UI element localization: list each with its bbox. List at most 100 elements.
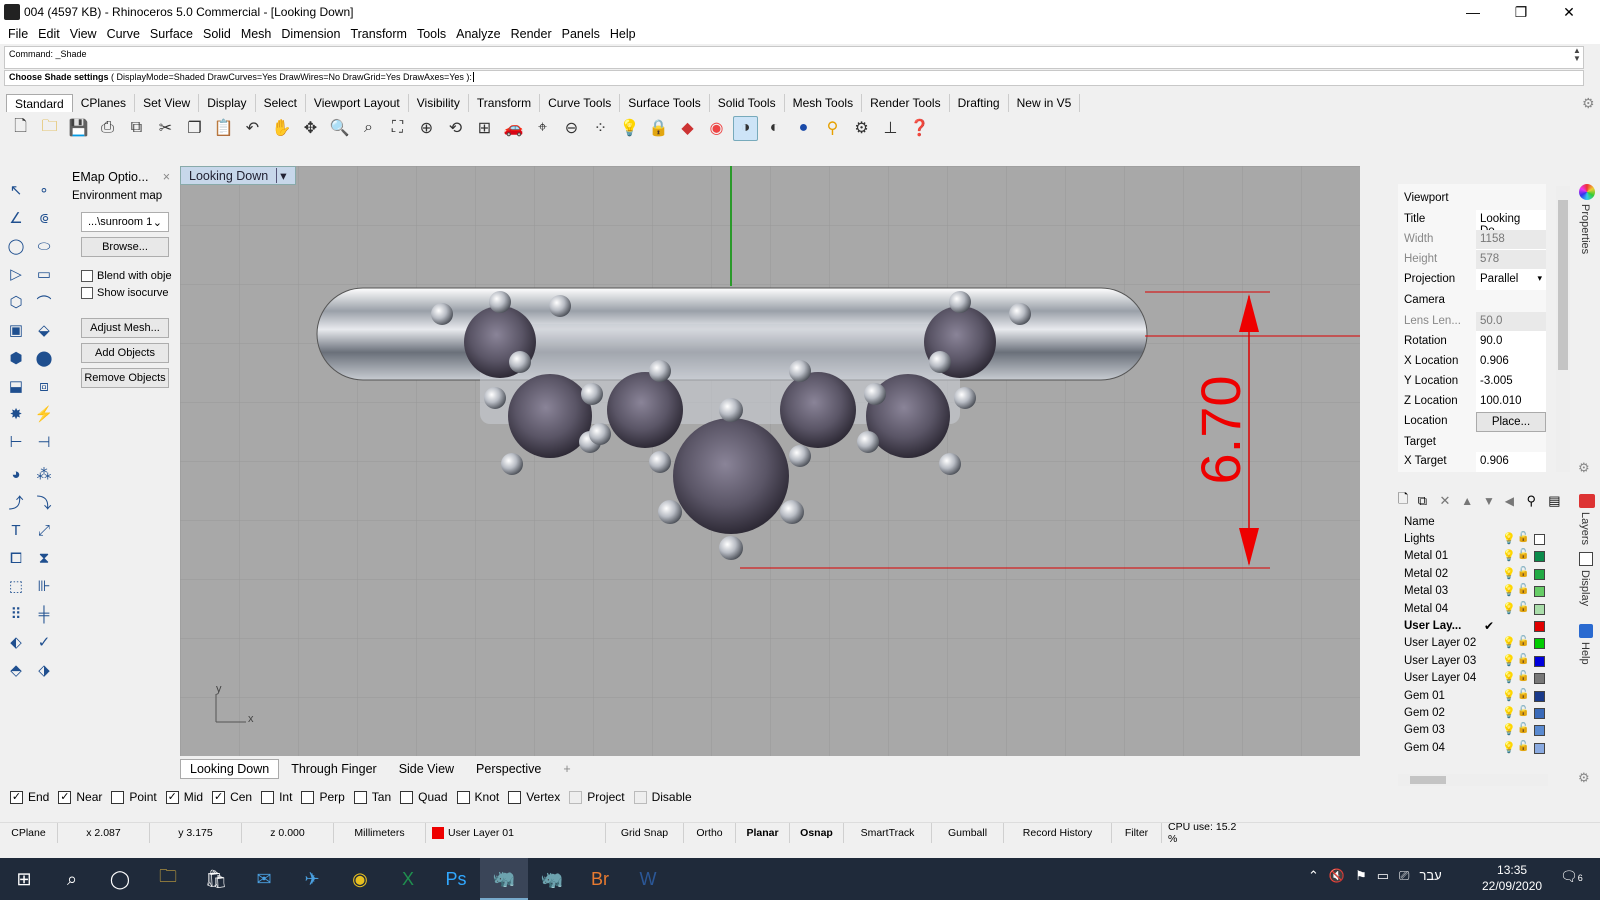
analyze-icon[interactable]: ⧗ (32, 546, 56, 570)
dimension-icon[interactable]: ⊥ (878, 116, 903, 141)
ortho-toggle[interactable]: Ortho (684, 822, 736, 843)
layer-row[interactable]: Metal 01 💡 🔓 (1398, 548, 1546, 565)
tab-cplanes[interactable]: CPlanes (73, 94, 136, 112)
layer-color-swatch[interactable] (1534, 534, 1545, 545)
rectangle-icon[interactable]: ▭ (32, 262, 56, 286)
rhino-secondary-icon[interactable]: 🦏 (528, 858, 576, 900)
layer-row[interactable]: Metal 04 💡 🔓 (1398, 601, 1546, 618)
light-tool-icon[interactable]: ⚡ (32, 402, 56, 426)
layer-row[interactable]: User Layer 03 💡 🔓 (1398, 653, 1546, 670)
light-bulb-icon[interactable]: 💡 (1502, 723, 1516, 736)
layers-tab[interactable]: Layers (1579, 512, 1591, 545)
menu-solid[interactable]: Solid (201, 27, 239, 41)
unlock-icon[interactable]: 🔓 (1517, 706, 1529, 717)
array-icon[interactable]: ⁂ (32, 462, 56, 486)
light-bulb-icon[interactable]: 💡 (1502, 689, 1516, 702)
layers-settings-icon[interactable]: ⚙ (1578, 770, 1590, 786)
battery-icon[interactable]: ▭ (1377, 868, 1389, 884)
osnap-toggle[interactable]: Osnap (790, 822, 844, 843)
layer-row[interactable]: Metal 03 💡 🔓 (1398, 583, 1546, 600)
unlock-icon[interactable]: 🔓 (1517, 549, 1529, 560)
osnap-project[interactable]: Project (569, 790, 625, 804)
planar-toggle[interactable]: Planar (736, 822, 790, 843)
adjust-mesh-button[interactable]: Adjust Mesh... (81, 318, 169, 338)
history-scroll[interactable]: ▲ ▼ (1571, 47, 1583, 63)
zoom-icon[interactable]: 🔍 (327, 116, 352, 141)
paste-icon[interactable]: 📋 (211, 116, 236, 141)
copy-icon[interactable]: ❐ (182, 116, 207, 141)
tab-surface-tools[interactable]: Surface Tools (620, 94, 710, 112)
properties-tab[interactable]: Properties (1579, 204, 1591, 254)
display-tab-icon[interactable] (1579, 552, 1593, 566)
layer-row[interactable]: Metal 02 💡 🔓 (1398, 566, 1546, 583)
options-gear-icon[interactable]: ⚙ (849, 116, 874, 141)
menu-surface[interactable]: Surface (148, 27, 201, 41)
projection-select[interactable]: Parallel (1476, 270, 1546, 290)
tab-set-view[interactable]: Set View (135, 94, 200, 112)
osnap-disable[interactable]: Disable (633, 790, 692, 804)
search-icon[interactable]: ⌕ (48, 858, 96, 900)
viewport-title-tab[interactable]: Looking Down ▾ (180, 166, 296, 185)
menu-render[interactable]: Render (509, 27, 560, 41)
extrude-icon[interactable]: ⬓ (4, 374, 28, 398)
ellipse-icon[interactable]: ⬭ (32, 234, 56, 258)
lock-icon[interactable]: 🔒 (646, 116, 671, 141)
notifications-icon[interactable]: 🗨6 (1560, 868, 1583, 885)
tab-mesh-tools[interactable]: Mesh Tools (785, 94, 863, 112)
copy-clipboard-icon[interactable]: ⧉ (124, 116, 149, 141)
car-icon[interactable]: 🚗 (501, 116, 526, 141)
zoom-extents-icon[interactable]: ⛶ (385, 116, 410, 141)
clock[interactable]: 13:35 22/09/2020 (1482, 862, 1542, 894)
points-icon[interactable]: ⁘ (588, 116, 613, 141)
dimension-tool-icon[interactable]: ⊢ (4, 430, 28, 454)
open-folder-icon[interactable]: 🗀 (37, 116, 62, 141)
shaded-icon[interactable]: ◑ (733, 115, 758, 141)
unlock-icon[interactable]: 🔓 (1517, 723, 1529, 734)
unlock-icon[interactable]: 🔓 (1517, 689, 1529, 700)
osnap-cen[interactable]: ✓ Cen (212, 790, 252, 804)
viewport-section-header[interactable]: Viewport (1404, 192, 1449, 204)
menu-edit[interactable]: Edit (36, 27, 68, 41)
menu-dimension[interactable]: Dimension (279, 27, 348, 41)
loft-icon[interactable]: ⬙ (32, 318, 56, 342)
layer-row[interactable]: User Layer 04 💡 🔓 (1398, 670, 1546, 687)
light-bulb-icon[interactable]: 💡 (1502, 706, 1516, 719)
move-view-icon[interactable]: ✥ (298, 116, 323, 141)
tab-looking-down[interactable]: Looking Down (180, 759, 280, 779)
tab-standard[interactable]: Standard (6, 94, 73, 112)
construction-plane-icon[interactable]: ⌖ (530, 116, 555, 141)
network-icon[interactable]: ⚑ (1355, 868, 1367, 884)
unlock-icon[interactable]: 🔓 (1517, 567, 1529, 578)
layer-row[interactable]: Gem 04 💡 🔓 (1398, 740, 1546, 757)
text-icon[interactable]: T (4, 518, 28, 542)
solid-edit-icon[interactable]: ⬖ (4, 630, 28, 654)
cut-icon[interactable]: ✂ (153, 116, 178, 141)
osnap-point[interactable]: Point (111, 790, 157, 804)
cage-icon[interactable]: ⬚ (4, 574, 28, 598)
pin-app-icon[interactable]: ✈ (288, 858, 336, 900)
save-icon[interactable]: 💾 (66, 116, 91, 141)
osnap-checkbox[interactable]: ✓ (58, 790, 72, 804)
zoom-window-icon[interactable]: ⌕ (356, 116, 381, 141)
menu-view[interactable]: View (68, 27, 105, 41)
browse-button[interactable]: Browse... (81, 237, 169, 257)
trim-icon[interactable]: ⤴ (4, 490, 28, 514)
word-icon[interactable]: W (624, 858, 672, 900)
prop-rotation-field[interactable]: 90.0 (1476, 332, 1546, 352)
display-tab[interactable]: Display (1579, 570, 1591, 606)
undo-icon[interactable]: ↶ (240, 116, 265, 141)
layer-color-swatch[interactable] (1534, 568, 1545, 580)
four-viewports-icon[interactable]: ⊞ (472, 116, 497, 141)
layers-tab-icon[interactable] (1579, 494, 1595, 508)
osnap-vertex[interactable]: Vertex (508, 790, 560, 804)
prop-zloc-field[interactable]: 100.010 (1476, 392, 1546, 412)
layer-row[interactable]: Gem 02 💡 🔓 (1398, 705, 1546, 722)
help-tab[interactable]: Help (1579, 642, 1591, 665)
layer-color-swatch[interactable] (1534, 621, 1545, 632)
offset-curve-icon[interactable]: ⌒ (32, 290, 56, 314)
osnap-checkbox[interactable] (633, 790, 647, 804)
unlock-icon[interactable]: 🔓 (1517, 636, 1529, 647)
tab-viewport-layout[interactable]: Viewport Layout (306, 94, 409, 112)
mesh-icon[interactable]: ⧈ (32, 374, 56, 398)
file-explorer-icon[interactable]: 🗀 (144, 858, 192, 900)
